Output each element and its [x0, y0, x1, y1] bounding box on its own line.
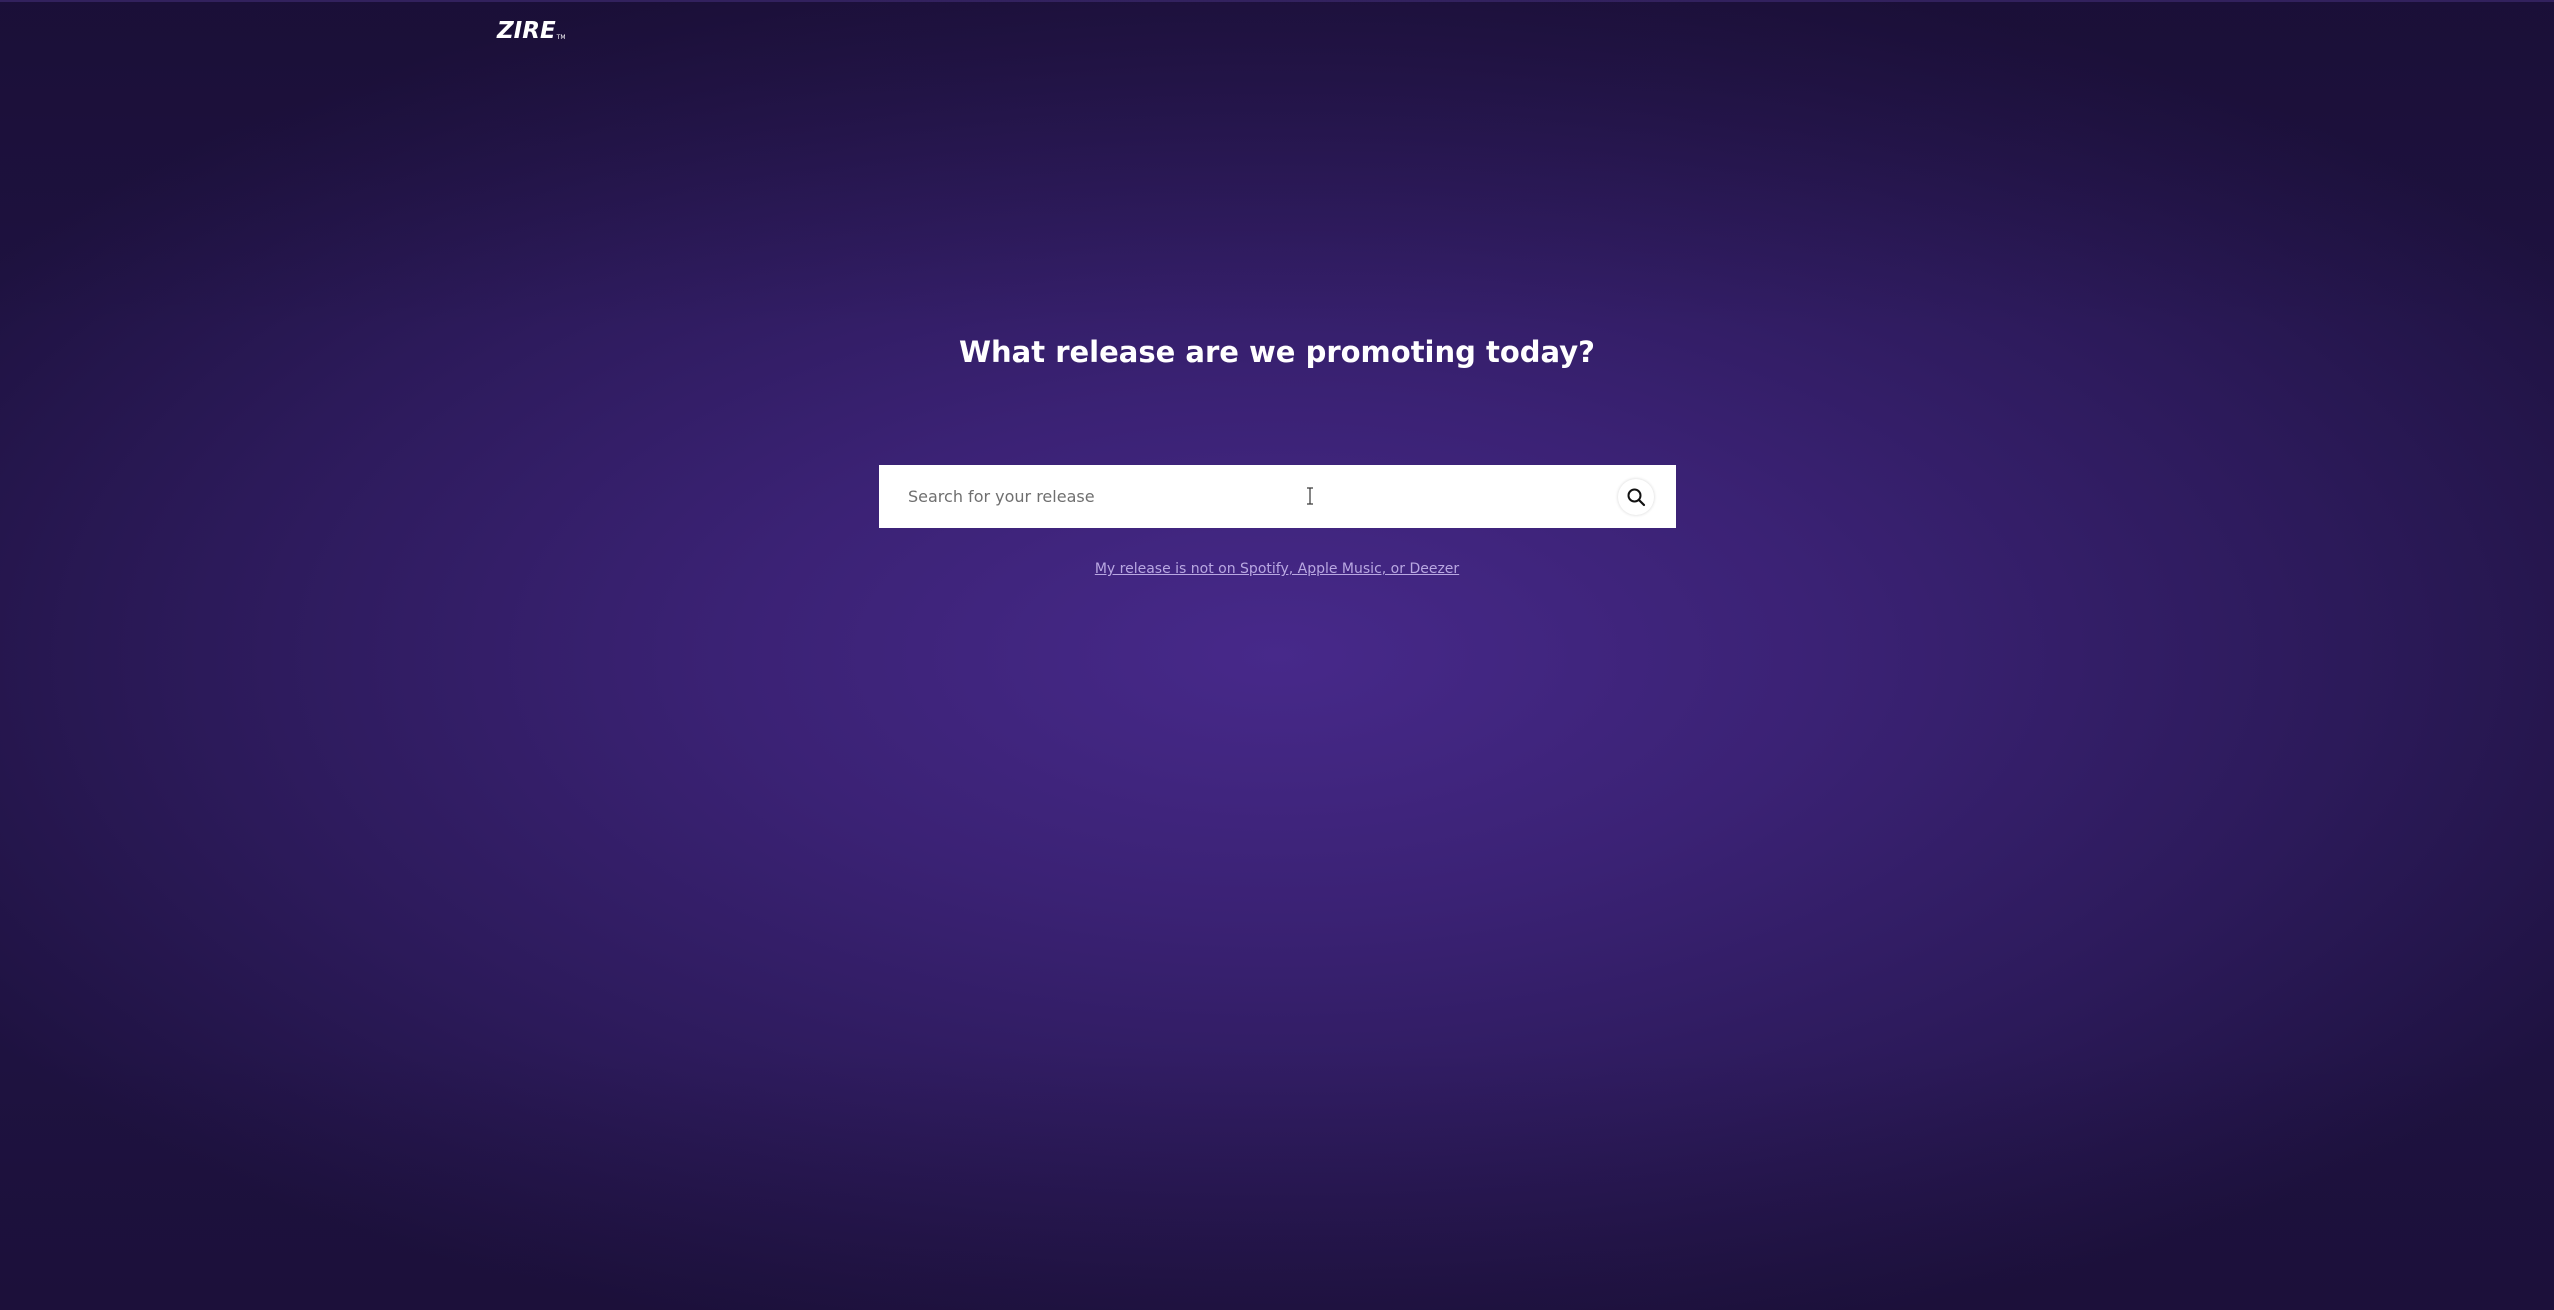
- logo-text: ZIRE: [497, 18, 556, 44]
- logo-trademark: TM: [556, 34, 566, 41]
- background-vignette: [0, 0, 2554, 1310]
- search-icon: [1627, 488, 1646, 506]
- top-edge-line: [0, 0, 2554, 2]
- page-title: What release are we promoting today?: [959, 335, 1595, 369]
- release-search-box: [879, 465, 1676, 528]
- release-search-input[interactable]: [879, 465, 1618, 528]
- search-button[interactable]: [1618, 478, 1654, 515]
- release-not-on-platforms-link[interactable]: My release is not on Spotify, Apple Musi…: [1095, 561, 1459, 577]
- hero-section: What release are we promoting today?: [0, 328, 2554, 376]
- zire-logo[interactable]: ZIRE TM: [497, 18, 566, 44]
- alt-link-row: My release is not on Spotify, Apple Musi…: [0, 560, 2554, 578]
